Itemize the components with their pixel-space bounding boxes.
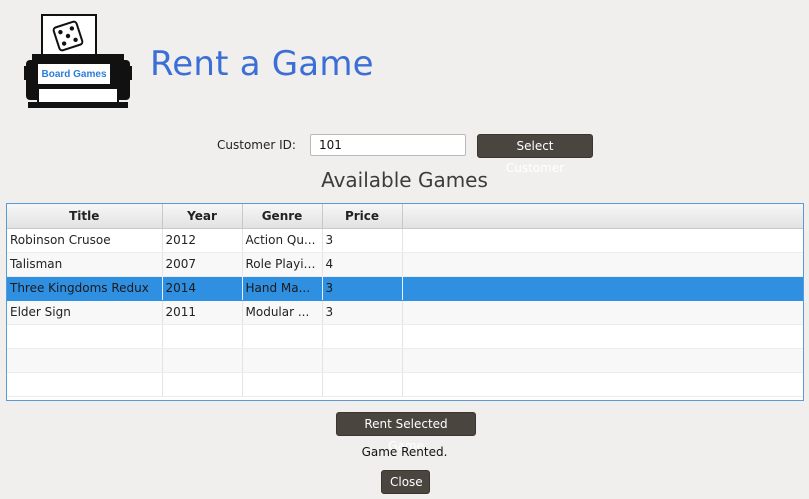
status-message: Game Rented. [361, 445, 448, 459]
cell-year: 2014 [162, 276, 243, 301]
empty-table-row [7, 372, 803, 397]
cell-year: 2011 [162, 300, 243, 325]
cell-price: 3 [322, 276, 403, 301]
close-button[interactable]: Close [381, 470, 430, 494]
table-row[interactable]: Robinson Crusoe 2012 Action Qu... 3 [7, 228, 803, 253]
cell-title: Talisman [7, 252, 163, 277]
empty-table-row [7, 348, 803, 373]
table-header-row: Title Year Genre Price [7, 204, 803, 229]
customer-id-label: Customer ID: [217, 138, 296, 152]
games-table[interactable]: Title Year Genre Price Robinson Crusoe 2… [6, 203, 804, 401]
cell-title: Elder Sign [7, 300, 163, 325]
cell-year: 2007 [162, 252, 243, 277]
cell-genre: Action Qu... [242, 228, 323, 253]
cell-price: 3 [322, 300, 403, 325]
empty-table-row [7, 324, 803, 349]
select-customer-button[interactable]: Select Customer [477, 134, 593, 175]
page-title: Rent a Game [150, 44, 374, 84]
cell-title: Robinson Crusoe [7, 228, 163, 253]
customer-row: Customer ID: [0, 134, 809, 158]
cell-title: Three Kingdoms Redux [7, 276, 163, 301]
column-header-filler [402, 204, 803, 229]
available-games-heading: Available Games [321, 168, 488, 192]
cell-genre: Hand Ma... [242, 276, 323, 301]
cell-genre: Role Playing [242, 252, 323, 277]
table-row[interactable]: Talisman 2007 Role Playing 4 [7, 252, 803, 277]
column-header-genre[interactable]: Genre [242, 204, 323, 229]
cell-genre: Modular ... [242, 300, 323, 325]
cell-filler [402, 276, 803, 301]
cell-filler [402, 228, 803, 253]
cell-filler [402, 300, 803, 325]
cell-year: 2012 [162, 228, 243, 253]
column-header-year[interactable]: Year [162, 204, 243, 229]
table-row-selected[interactable]: Three Kingdoms Redux 2014 Hand Ma... 3 [7, 276, 803, 301]
board-games-logo: Board Games [24, 14, 132, 110]
table-row[interactable]: Elder Sign 2011 Modular ... 3 [7, 300, 803, 325]
logo-text: Board Games [41, 69, 107, 80]
customer-id-input[interactable] [310, 134, 466, 156]
column-header-price[interactable]: Price [322, 204, 403, 229]
rent-selected-game-button[interactable]: Rent Selected Game [336, 412, 476, 453]
cell-filler [402, 252, 803, 277]
cell-price: 4 [322, 252, 403, 277]
column-header-title[interactable]: Title [7, 204, 163, 229]
cell-price: 3 [322, 228, 403, 253]
